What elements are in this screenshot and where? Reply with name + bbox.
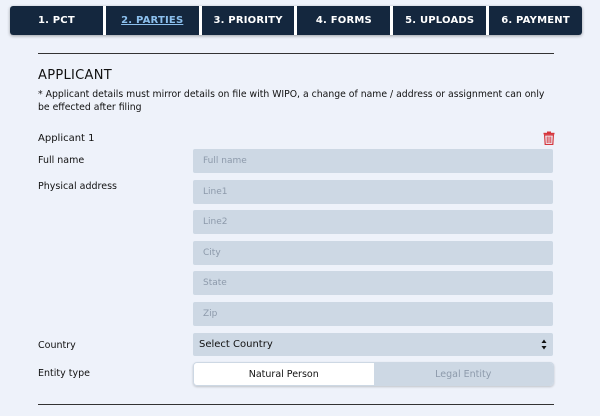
step-forms[interactable]: 4. FORMS bbox=[297, 6, 391, 35]
city-input[interactable] bbox=[193, 241, 553, 265]
step-parties[interactable]: 2. PARTIES bbox=[105, 6, 199, 35]
wizard-steps: 1. PCT 2. PARTIES 3. PRIORITY 4. FORMS 5… bbox=[10, 6, 582, 35]
entity-type-toggle: Natural Person Legal Entity bbox=[193, 362, 554, 386]
physical-address-label: Physical address bbox=[38, 181, 117, 192]
country-select-value: Select Country bbox=[199, 339, 273, 350]
state-input[interactable] bbox=[193, 271, 553, 295]
step-priority[interactable]: 3. PRIORITY bbox=[201, 6, 295, 35]
full-name-label: Full name bbox=[38, 155, 85, 166]
entity-type-label: Entity type bbox=[38, 368, 90, 379]
section-title: APPLICANT bbox=[38, 68, 112, 83]
entity-natural-person-option[interactable]: Natural Person bbox=[194, 363, 374, 385]
entity-legal-entity-option[interactable]: Legal Entity bbox=[373, 363, 553, 385]
step-pct[interactable]: 1. PCT bbox=[10, 6, 103, 35]
applicant-heading: Applicant 1 bbox=[38, 133, 95, 144]
applicant-note: * Applicant details must mirror details … bbox=[38, 89, 545, 113]
zip-input[interactable] bbox=[193, 302, 553, 326]
top-divider bbox=[38, 53, 554, 54]
address-line2-input[interactable] bbox=[193, 210, 553, 234]
step-payment[interactable]: 6. PAYMENT bbox=[489, 6, 582, 35]
address-line1-input[interactable] bbox=[193, 180, 553, 204]
country-select[interactable]: Select Country bbox=[193, 333, 553, 356]
bottom-divider bbox=[38, 404, 554, 405]
step-uploads[interactable]: 5. UPLOADS bbox=[393, 6, 487, 35]
country-label: Country bbox=[38, 340, 76, 351]
full-name-input[interactable] bbox=[193, 149, 553, 173]
select-arrows-icon bbox=[541, 339, 547, 350]
trash-icon[interactable] bbox=[543, 131, 555, 145]
